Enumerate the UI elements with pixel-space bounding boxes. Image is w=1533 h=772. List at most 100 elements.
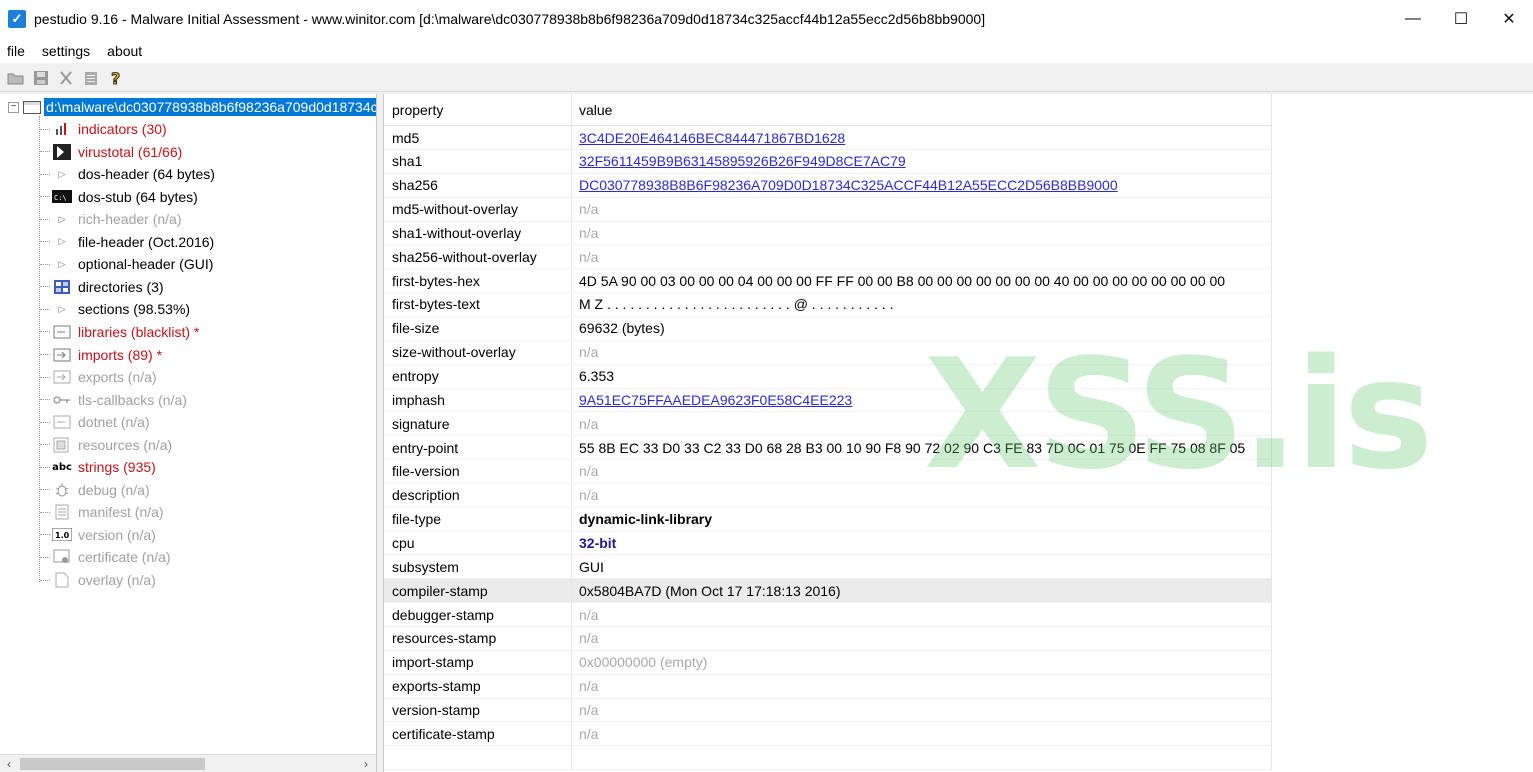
tree-item[interactable]: directories (3) (40, 276, 164, 298)
property-cell: entropy (384, 364, 572, 388)
table-row[interactable]: file-size 69632 (bytes) (384, 316, 1272, 341)
horizontal-scrollbar[interactable]: ‹ › (0, 754, 376, 772)
tree-item[interactable]: debug (n/a) (40, 479, 150, 501)
table-row[interactable]: entry-point 55 8B EC 33 D0 33 C2 33 D0 68… (384, 436, 1272, 461)
tree-item[interactable]: C:\ dos-stub (64 bytes) (40, 186, 198, 208)
tree-connector (40, 331, 50, 333)
value-cell[interactable]: DC030778938B8B6F98236A709D0D18734C325ACC… (572, 173, 1272, 197)
tree-item[interactable]: exports (n/a) (40, 366, 157, 388)
maximize-button[interactable]: ☐ (1437, 0, 1485, 38)
expand-triangle-icon[interactable]: ▷ (51, 234, 73, 250)
value-text: n/a (579, 344, 599, 361)
menu-settings[interactable]: settings (42, 43, 90, 59)
property-cell: subsystem (384, 555, 572, 579)
tree-item[interactable]: ▷ optional-header (GUI) (40, 253, 213, 275)
table-row[interactable]: file-version n/a (384, 459, 1272, 484)
table-row[interactable]: file-type dynamic-link-library (384, 507, 1272, 532)
tree-item[interactable]: manifest (n/a) (40, 501, 164, 523)
table-row[interactable]: certificate-stamp n/a (384, 722, 1272, 747)
value-cell: n/a (572, 674, 1272, 698)
expand-triangle-icon[interactable]: ▷ (51, 166, 73, 182)
table-row[interactable]: description n/a (384, 483, 1272, 508)
tree-root[interactable]: − d:\malware\dc030778938b8b6f98236a709d0… (8, 98, 376, 116)
tree-connector (40, 354, 50, 355)
property-cell: first-bytes-hex (384, 269, 572, 293)
tree-item-label: indicators (30) (78, 121, 167, 137)
expand-triangle-icon[interactable]: ▷ (51, 211, 73, 227)
tree-item[interactable]: tls-callbacks (n/a) (40, 389, 187, 411)
table-row[interactable]: entropy 6.353 (384, 364, 1272, 389)
table-row[interactable]: size-without-overlay n/a (384, 340, 1272, 365)
scrollbar-thumb[interactable] (20, 758, 205, 770)
import-icon (51, 347, 73, 363)
tree-item[interactable]: 1.0 version (n/a) (40, 524, 156, 546)
table-row[interactable]: compiler-stamp 0x5804BA7D (Mon Oct 17 17:… (384, 579, 1272, 604)
table-row[interactable]: cpu 32-bit (384, 531, 1272, 556)
value-cell: n/a (572, 412, 1272, 436)
table-row[interactable]: version-stamp n/a (384, 698, 1272, 723)
tree-item[interactable]: dotnet (n/a) (40, 411, 150, 433)
tree-item[interactable]: libraries (blacklist) * (40, 321, 199, 343)
table-row[interactable]: sha256-without-overlay n/a (384, 245, 1272, 270)
value-link[interactable]: 9A51EC75FFAAEDEA9623F0E58C4EE223 (579, 392, 852, 408)
menu-about[interactable]: about (107, 43, 142, 59)
tree-item-label: virustotal (61/66) (78, 143, 183, 160)
table-row[interactable]: resources-stamp n/a (384, 626, 1272, 651)
collapse-icon[interactable]: − (8, 101, 19, 113)
help-icon[interactable]: ? (103, 66, 128, 90)
tree-item[interactable]: overlay (n/a) (40, 569, 156, 591)
value-cell (572, 746, 1272, 770)
table-row[interactable]: first-bytes-text M Z . . . . . . . . . . … (384, 292, 1272, 317)
table-row[interactable]: md5 3C4DE20E464146BEC844471867BD1628 (384, 126, 1272, 150)
tree-item[interactable]: ▷ dos-header (64 bytes) (40, 163, 215, 185)
column-header-value[interactable]: value (572, 94, 1272, 125)
value-cell[interactable]: 9A51EC75FFAAEDEA9623F0E58C4EE223 (572, 388, 1272, 412)
tree-item-label: sections (98.53%) (78, 301, 191, 318)
scroll-right-icon[interactable]: › (357, 755, 375, 772)
cut-icon[interactable] (53, 66, 78, 90)
value-text: n/a (579, 630, 599, 647)
tree-item[interactable]: ▷ file-header (Oct.2016) (40, 231, 214, 253)
tree-item[interactable]: ▷ sections (98.53%) (40, 298, 190, 320)
value-link[interactable]: 3C4DE20E464146BEC844471867BD1628 (579, 130, 845, 146)
value-cell[interactable]: 32F5611459B9B63145895926B26F949D8CE7AC79 (572, 149, 1272, 173)
value-cell: n/a (572, 221, 1272, 245)
minimize-button[interactable]: — (1389, 0, 1437, 38)
table-row[interactable]: sha256 DC030778938B8B6F98236A709D0D18734C… (384, 173, 1272, 198)
table-row[interactable]: subsystem GUI (384, 555, 1272, 580)
value-cell[interactable]: 3C4DE20E464146BEC844471867BD1628 (572, 126, 1272, 149)
column-header-property[interactable]: property (384, 94, 572, 125)
expand-triangle-icon[interactable]: ▷ (51, 301, 73, 317)
save-icon[interactable] (28, 66, 53, 90)
table-row[interactable]: md5-without-overlay n/a (384, 197, 1272, 222)
table-row[interactable]: debugger-stamp n/a (384, 603, 1272, 627)
value-cell: n/a (572, 626, 1272, 650)
tree-item[interactable]: certificate (n/a) (40, 546, 171, 568)
table-row[interactable]: first-bytes-hex 4D 5A 90 00 03 00 00 00 0… (384, 269, 1272, 294)
table-row[interactable]: imphash 9A51EC75FFAAEDEA9623F0E58C4EE223 (384, 388, 1272, 413)
value-text: n/a (579, 701, 599, 718)
table-row[interactable]: exports-stamp n/a (384, 674, 1272, 699)
table-row[interactable]: import-stamp 0x00000000 (empty) (384, 650, 1272, 675)
value-text: n/a (579, 463, 599, 480)
table-row[interactable]: sha1-without-overlay n/a (384, 221, 1272, 246)
tree-root-label[interactable]: d:\malware\dc030778938b8b6f98236a709d0d1… (44, 98, 376, 116)
menu-file[interactable]: file (7, 43, 25, 59)
value-link[interactable]: 32F5611459B9B63145895926B26F949D8CE7AC79 (579, 153, 906, 169)
open-icon[interactable] (3, 66, 28, 90)
tree-item[interactable]: ▷ rich-header (n/a) (40, 208, 182, 230)
table-row[interactable]: sha1 32F5611459B9B63145895926B26F949D8CE7… (384, 149, 1272, 174)
expand-triangle-icon[interactable]: ▷ (51, 256, 73, 272)
executable-icon (23, 100, 41, 114)
tree-item[interactable]: resources (n/a) (40, 434, 172, 456)
value-link[interactable]: DC030778938B8B6F98236A709D0D18734C325ACC… (579, 177, 1118, 193)
tree-item[interactable]: imports (89) * (40, 344, 162, 366)
table-row[interactable]: signature n/a (384, 412, 1272, 437)
tree-item[interactable]: virustotal (61/66) (40, 141, 182, 163)
scroll-left-icon[interactable]: ‹ (0, 755, 18, 772)
clipboard-icon[interactable] (78, 66, 103, 90)
tree-item[interactable]: indicators (30) (40, 118, 167, 140)
tree-connector (40, 444, 50, 446)
close-button[interactable]: ✕ (1485, 0, 1533, 38)
tree-item[interactable]: abc strings (935) (40, 456, 156, 478)
